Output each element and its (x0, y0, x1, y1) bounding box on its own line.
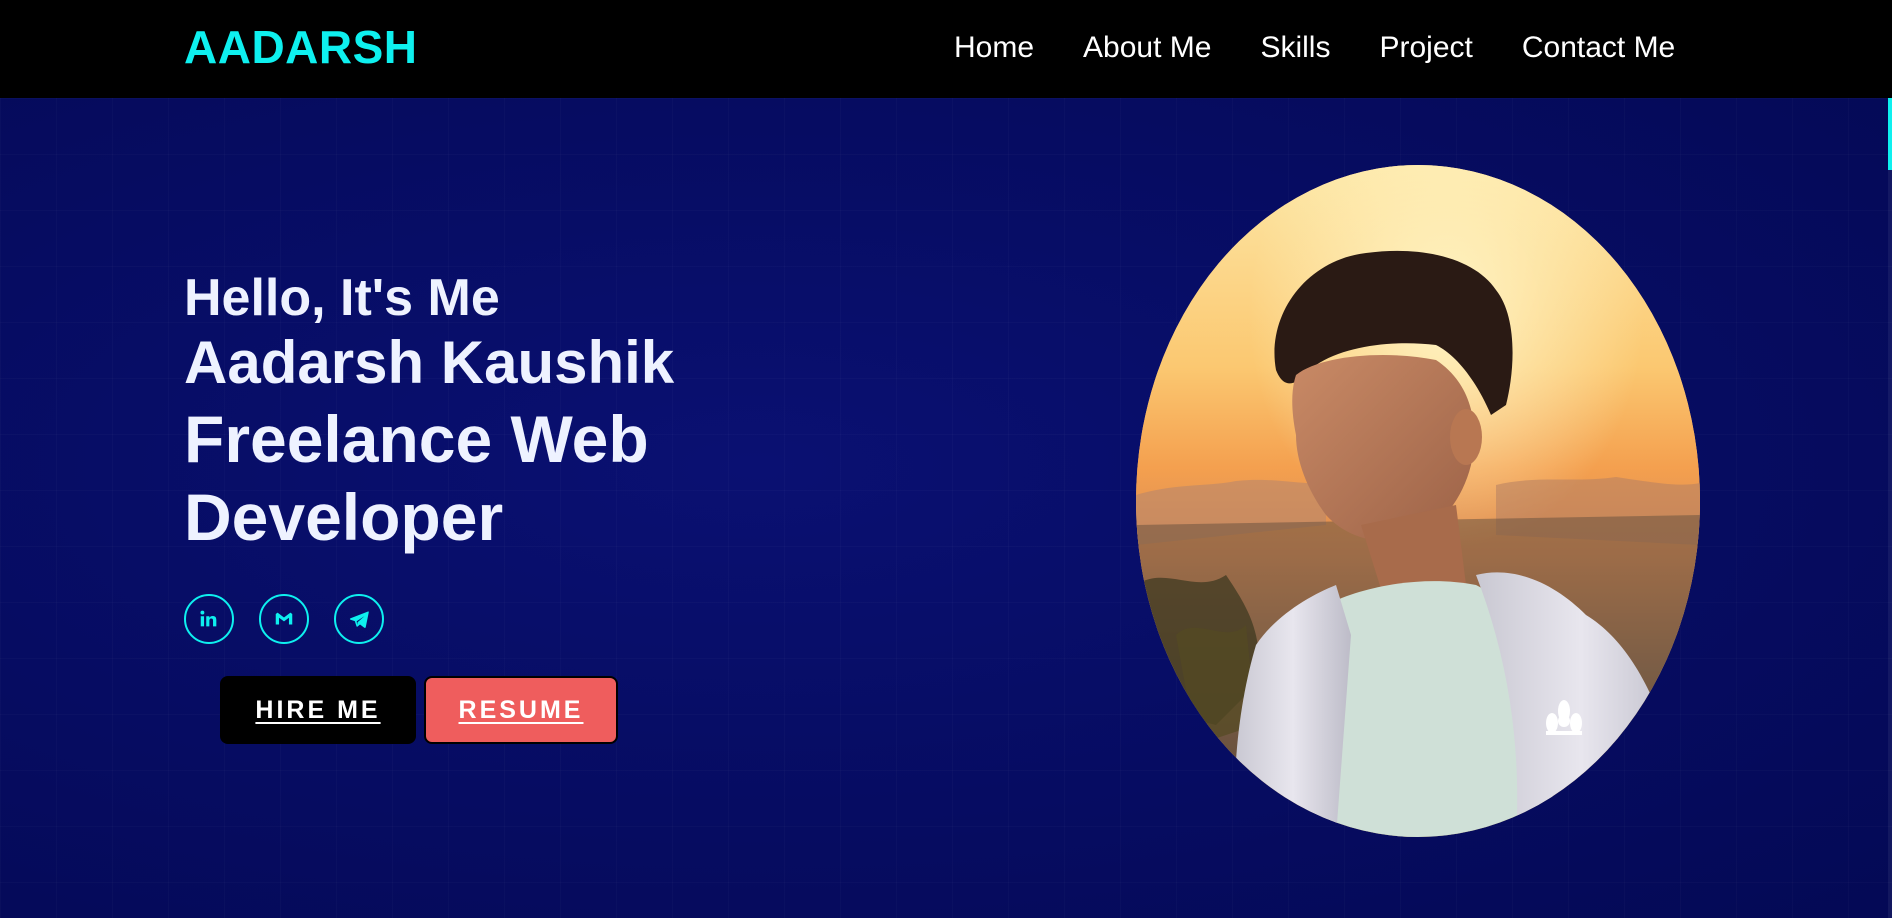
profile-photo (1136, 165, 1700, 837)
gmail-link[interactable] (259, 594, 309, 644)
hero-greeting: Hello, It's Me (184, 269, 500, 327)
profile-photo-illustration (1136, 165, 1700, 837)
linkedin-icon (200, 610, 217, 627)
nav-item-contact-me[interactable]: Contact Me (1522, 28, 1675, 68)
telegram-link[interactable] (334, 594, 384, 644)
gmail-icon (275, 612, 293, 625)
site-logo[interactable]: AADARSH (184, 22, 418, 72)
hero-name: Aadarsh Kaushik (184, 329, 675, 396)
scrollbar-thumb[interactable] (1888, 98, 1892, 170)
nav-item-project[interactable]: Project (1379, 28, 1472, 68)
hire-me-button[interactable]: HIRE ME (220, 676, 416, 744)
nav-item-about-me[interactable]: About Me (1083, 28, 1211, 68)
nav-item-skills[interactable]: Skills (1260, 28, 1330, 68)
telegram-icon (349, 611, 369, 628)
linkedin-link[interactable] (184, 594, 234, 644)
social-links (184, 594, 409, 644)
top-navbar: AADARSH Home About Me Skills Project Con… (0, 0, 1892, 98)
scrollbar-track[interactable] (1888, 98, 1892, 918)
resume-button[interactable]: RESUME (424, 676, 618, 744)
nav-links: Home About Me Skills Project Contact Me (954, 28, 1675, 68)
hero-role: Freelance Web Developer (184, 402, 649, 554)
nav-item-home[interactable]: Home (954, 28, 1034, 68)
